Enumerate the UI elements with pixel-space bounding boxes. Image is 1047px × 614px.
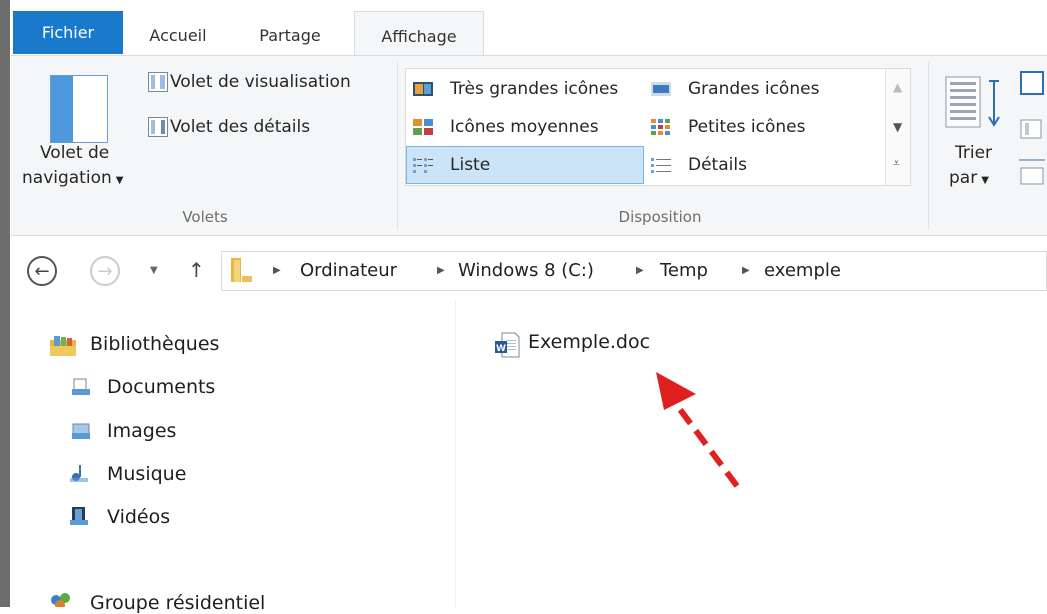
images-icon — [72, 423, 90, 439]
recent-locations-chevron-down-icon[interactable]: ▼ — [150, 265, 158, 276]
group-label-panes: Volets — [182, 208, 228, 226]
dropdown-arrow-icon: ▼ — [115, 175, 124, 186]
word-document-icon: W — [495, 332, 520, 358]
videos-icon — [70, 507, 88, 525]
tab-share[interactable]: Partage — [240, 11, 340, 54]
small-icons-icon — [651, 119, 670, 135]
details-icon — [651, 158, 671, 173]
list-icon — [413, 158, 433, 173]
up-arrow-icon[interactable]: ↑ — [188, 258, 205, 282]
tree-item-libraries[interactable]: Bibliothèques — [90, 333, 219, 355]
layout-extra-large-icons[interactable]: Très grandes icônes — [450, 79, 618, 99]
tree-item-videos[interactable]: Vidéos — [107, 506, 170, 528]
layout-list[interactable]: Liste — [450, 155, 490, 175]
medium-icons-icon — [413, 119, 433, 135]
sort-by-icon — [945, 76, 1000, 128]
svg-text:W: W — [496, 344, 506, 354]
preview-pane-icon — [148, 72, 168, 92]
annotation-arrow — [656, 372, 740, 488]
gallery-scroll-down-icon[interactable]: ▼ — [893, 120, 902, 134]
music-icon — [70, 465, 88, 482]
breadcrumb-separator-icon[interactable]: ▶ — [636, 265, 644, 276]
breadcrumb-separator-icon[interactable]: ▶ — [273, 265, 281, 276]
navigation-pane-label-line1[interactable]: Volet de — [40, 143, 109, 163]
breadcrumb-drive-c[interactable]: Windows 8 (C:) — [458, 260, 594, 281]
breadcrumb-computer[interactable]: Ordinateur — [300, 260, 397, 281]
gallery-scroll-up-icon[interactable]: ▲ — [893, 80, 902, 94]
navigation-pane-text: navigation — [22, 168, 112, 188]
layout-small-icons[interactable]: Petites icônes — [688, 117, 805, 137]
tree-item-homegroup[interactable]: Groupe résidentiel — [90, 592, 265, 614]
gallery-expand-icon[interactable]: ⩡ — [893, 156, 900, 171]
tab-file[interactable]: Fichier — [13, 11, 123, 54]
breadcrumb-separator-icon[interactable]: ▶ — [437, 265, 445, 276]
details-pane-icon — [148, 117, 168, 137]
tab-view[interactable]: Affichage — [354, 11, 484, 56]
tree-item-documents[interactable]: Documents — [107, 376, 215, 398]
file-name: Exemple.doc — [528, 331, 651, 353]
tree-item-images[interactable]: Images — [107, 420, 176, 442]
tree-item-music[interactable]: Musique — [107, 463, 186, 485]
sort-by-label-line2[interactable]: par ▼ — [949, 168, 989, 188]
navigation-pane-icon[interactable] — [50, 75, 108, 143]
breadcrumb-exemple[interactable]: exemple — [764, 260, 841, 281]
layout-selection-highlight — [406, 146, 644, 184]
folder-icon — [231, 258, 252, 282]
navigation-pane-label-line2[interactable]: navigation ▼ — [22, 168, 123, 188]
breadcrumb-temp[interactable]: Temp — [660, 260, 708, 281]
dropdown-arrow-icon: ▼ — [981, 175, 989, 186]
group-separator — [397, 62, 398, 230]
sort-by-text: par — [949, 168, 978, 188]
window-left-border — [0, 0, 10, 607]
libraries-icon — [50, 336, 76, 356]
large-icons-icon — [651, 82, 671, 96]
layout-large-icons[interactable]: Grandes icônes — [688, 79, 819, 99]
back-button[interactable]: ← — [27, 256, 57, 286]
sort-by-label-line1[interactable]: Trier — [955, 143, 992, 163]
homegroup-icon — [51, 593, 70, 607]
extra-large-icons-icon — [413, 82, 433, 96]
pane-divider[interactable] — [455, 300, 456, 607]
preview-pane-button[interactable]: Volet de visualisation — [170, 72, 351, 92]
group-label-layout: Disposition — [618, 208, 702, 226]
layout-details[interactable]: Détails — [688, 155, 747, 175]
breadcrumb-separator-icon[interactable]: ▶ — [742, 265, 750, 276]
tab-home[interactable]: Accueil — [133, 11, 223, 54]
group-separator — [928, 62, 929, 230]
layout-medium-icons[interactable]: Icônes moyennes — [450, 117, 599, 137]
documents-icon — [72, 378, 90, 395]
details-pane-button[interactable]: Volet des détails — [170, 117, 310, 137]
forward-button[interactable]: → — [90, 256, 120, 286]
group-by-icon[interactable] — [1017, 68, 1047, 188]
